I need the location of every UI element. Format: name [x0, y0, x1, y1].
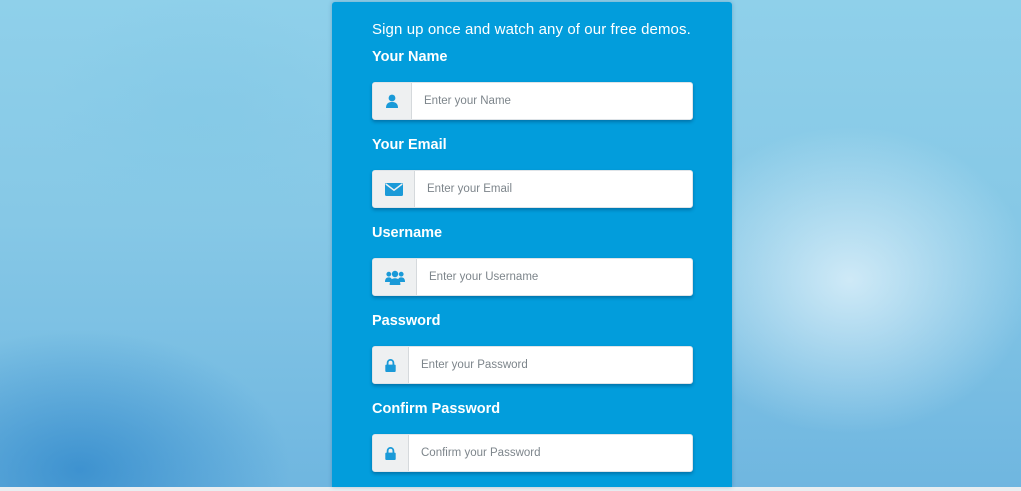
- email-input-group: [372, 170, 693, 208]
- password-input[interactable]: [409, 347, 692, 383]
- email-input[interactable]: [415, 171, 692, 207]
- signup-panel: Sign up once and watch any of our free d…: [332, 2, 732, 487]
- user-icon: [373, 83, 412, 119]
- confirm-password-input-group: [372, 434, 693, 472]
- username-label: Username: [372, 225, 443, 241]
- name-input-group: [372, 82, 693, 120]
- lock-icon: [373, 435, 409, 471]
- confirm-password-label: Confirm Password: [372, 401, 501, 417]
- confirm-password-input[interactable]: [409, 435, 692, 471]
- username-input-group: [372, 258, 693, 296]
- envelope-icon: [373, 171, 415, 207]
- bottom-strip: [0, 487, 1021, 491]
- email-label: Your Email: [372, 137, 447, 153]
- name-input[interactable]: [412, 83, 692, 119]
- users-icon: [373, 259, 417, 295]
- password-input-group: [372, 346, 693, 384]
- name-label: Your Name: [372, 49, 448, 65]
- intro-text: Sign up once and watch any of our free d…: [372, 21, 691, 38]
- password-label: Password: [372, 313, 441, 329]
- username-input[interactable]: [417, 259, 692, 295]
- lock-icon: [373, 347, 409, 383]
